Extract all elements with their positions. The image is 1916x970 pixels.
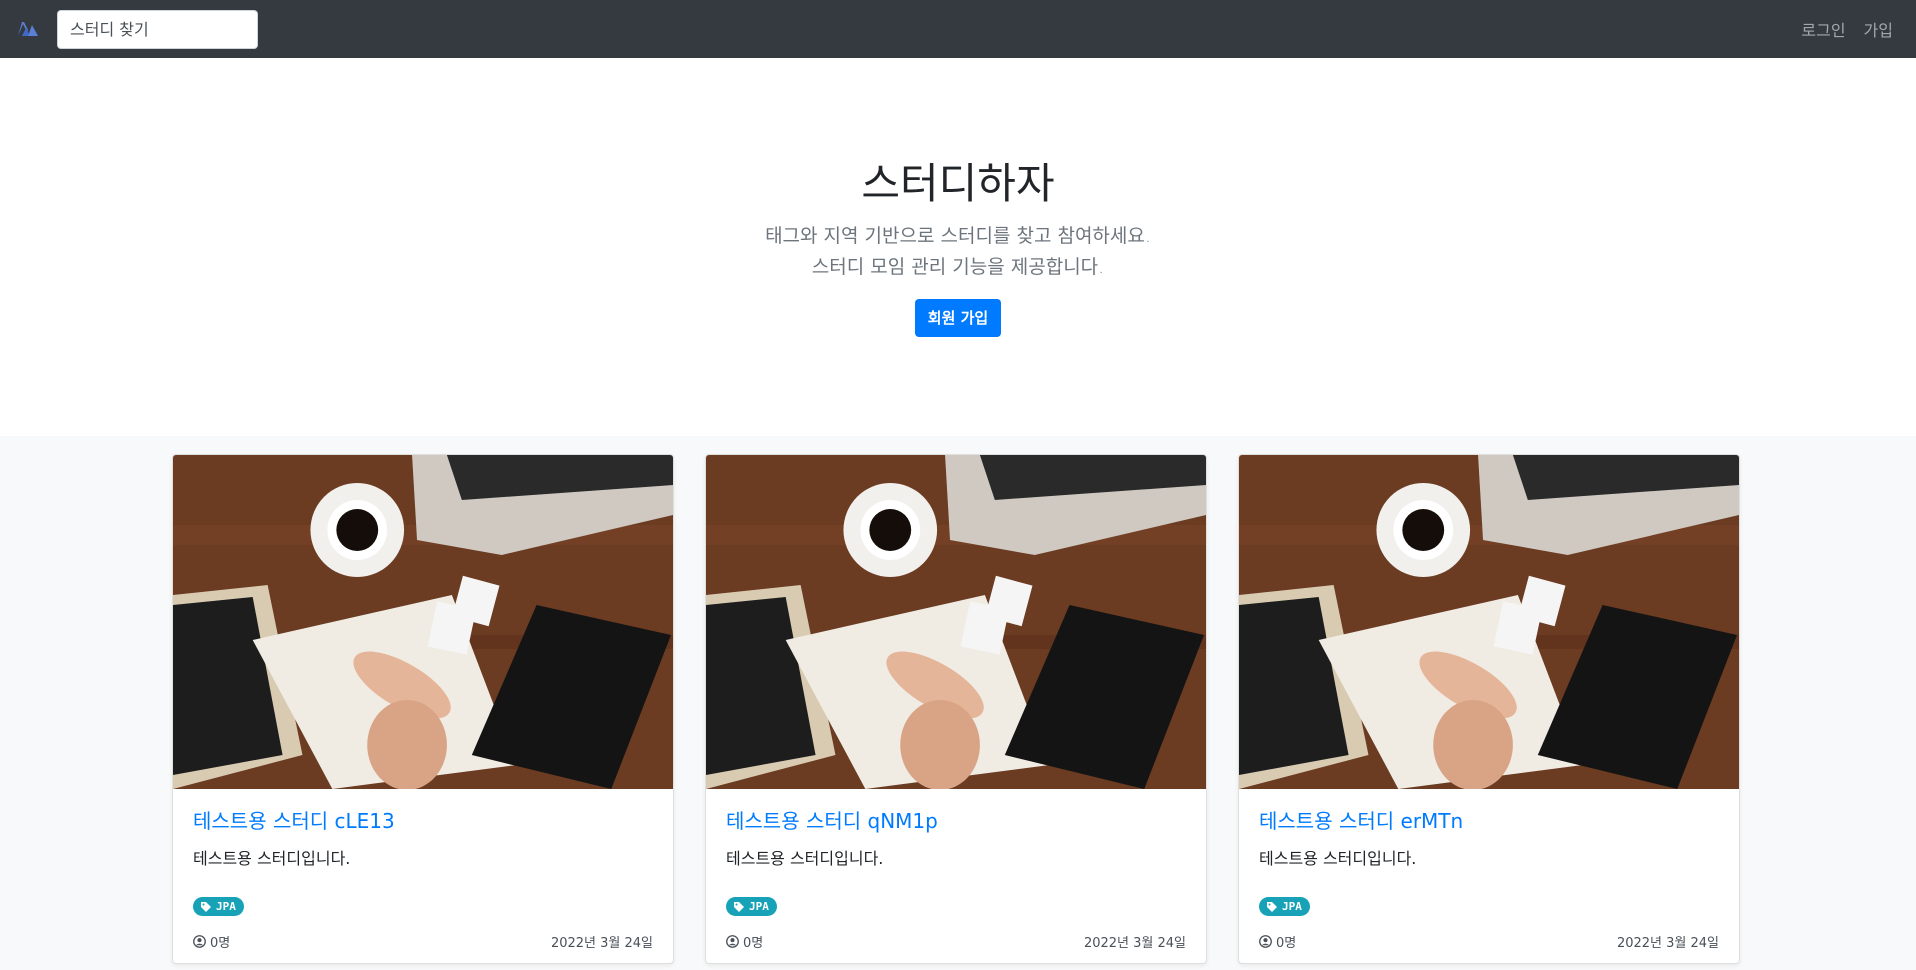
study-tag-label: JPA	[1282, 900, 1302, 913]
study-tag-badge[interactable]: JPA	[726, 897, 777, 916]
study-tag-badge[interactable]: JPA	[1259, 897, 1310, 916]
study-members: 0명	[1259, 932, 1296, 951]
study-tag-label: JPA	[749, 900, 769, 913]
user-circle-icon	[726, 935, 739, 948]
study-card-image	[1239, 455, 1739, 789]
study-tag-badge[interactable]: JPA	[193, 897, 244, 916]
study-search-input[interactable]	[57, 9, 258, 49]
tag-icon	[201, 901, 211, 912]
study-title-link[interactable]: 테스트용 스터디 cLE13	[193, 809, 653, 833]
study-card-image	[173, 455, 673, 789]
study-card[interactable]: 테스트용 스터디 erMTn 테스트용 스터디입니다. JPA 0명 2022년…	[1238, 454, 1740, 964]
study-card[interactable]: 테스트용 스터디 cLE13 테스트용 스터디입니다. JPA 0명 2022년…	[172, 454, 674, 964]
signup-button[interactable]: 회원 가입	[914, 299, 1002, 337]
hero-lead-line-1: 태그와 지역 기반으로 스터디를 찾고 참여하세요.	[765, 225, 1151, 247]
study-date: 2022년 3월 24일	[1616, 936, 1719, 951]
study-members: 0명	[726, 932, 763, 951]
study-description: 테스트용 스터디입니다.	[193, 849, 351, 868]
hero-title: 스터디하자	[861, 159, 1055, 208]
top-navbar: 로그인 가입	[0, 0, 1916, 58]
study-date: 2022년 3월 24일	[1083, 936, 1186, 951]
study-card[interactable]: 테스트용 스터디 qNM1p 테스트용 스터디입니다. JPA 0명 2022년…	[705, 454, 1207, 964]
hero-lead: 태그와 지역 기반으로 스터디를 찾고 참여하세요. 스터디 모임 관리 기능을…	[0, 221, 1916, 283]
hero-section: 스터디하자 태그와 지역 기반으로 스터디를 찾고 참여하세요. 스터디 모임 …	[0, 58, 1916, 436]
study-member-count: 0명	[1276, 936, 1297, 951]
brand-logo-icon[interactable]	[18, 18, 40, 40]
user-circle-icon	[1259, 935, 1272, 948]
study-date: 2022년 3월 24일	[550, 936, 653, 951]
hero-lead-line-2: 스터디 모임 관리 기능을 제공합니다.	[811, 256, 1105, 278]
login-link[interactable]: 로그인	[1801, 17, 1845, 41]
study-description: 테스트용 스터디입니다.	[726, 849, 884, 868]
study-member-count: 0명	[210, 936, 231, 951]
signup-link[interactable]: 가입	[1864, 17, 1893, 41]
study-members: 0명	[193, 932, 230, 951]
user-circle-icon	[193, 935, 206, 948]
study-list: 테스트용 스터디 cLE13 테스트용 스터디입니다. JPA 0명 2022년…	[0, 436, 1916, 970]
tag-icon	[734, 901, 744, 912]
study-title-link[interactable]: 테스트용 스터디 qNM1p	[726, 809, 1186, 833]
study-member-count: 0명	[743, 936, 764, 951]
study-title-link[interactable]: 테스트용 스터디 erMTn	[1259, 809, 1719, 833]
study-tag-label: JPA	[216, 900, 236, 913]
study-description: 테스트용 스터디입니다.	[1259, 849, 1417, 868]
study-card-image	[706, 455, 1206, 789]
tag-icon	[1267, 901, 1277, 912]
